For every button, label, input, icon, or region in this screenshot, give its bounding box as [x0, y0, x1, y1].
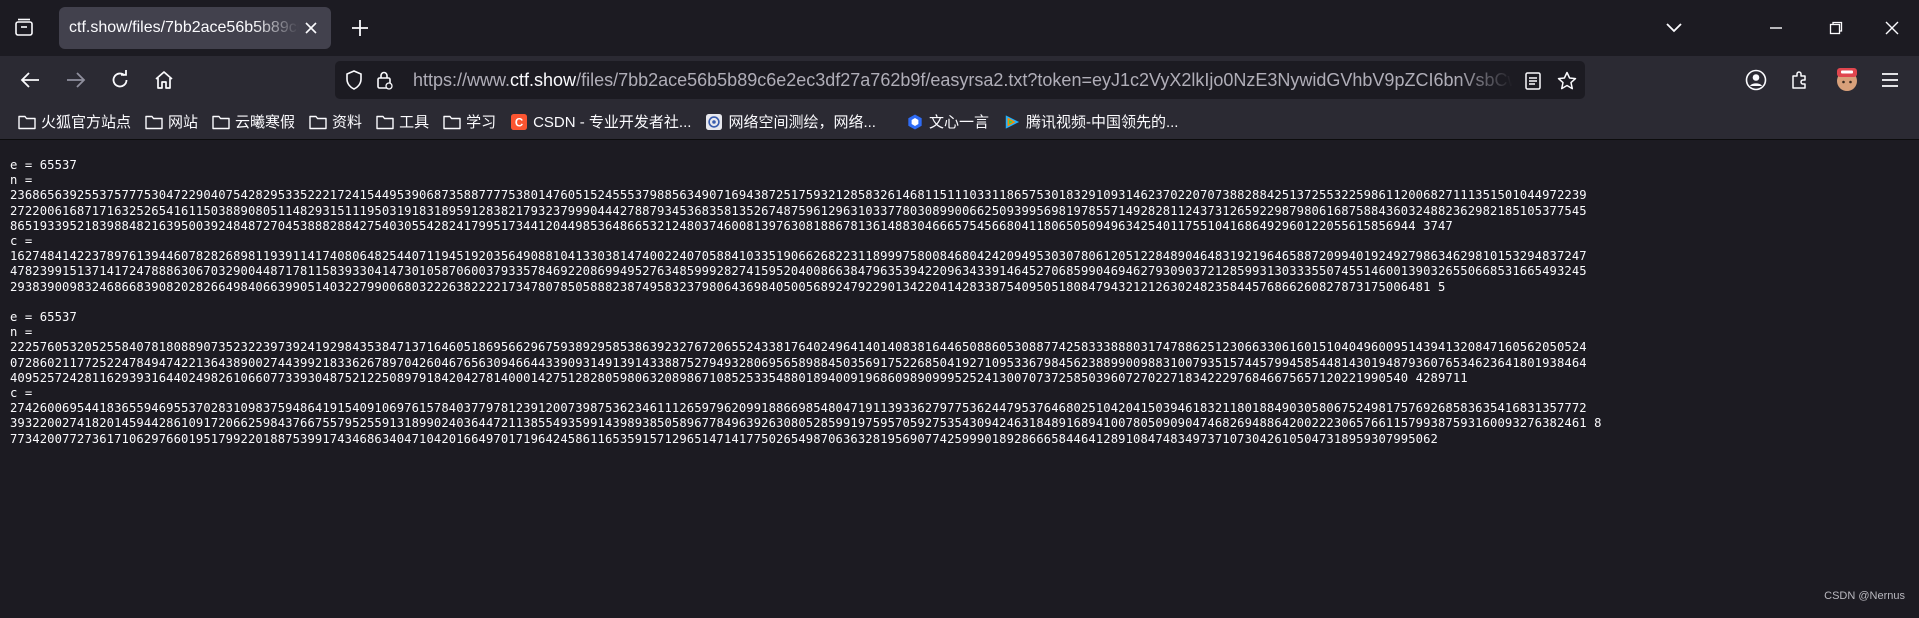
fofa-icon	[706, 113, 723, 130]
back-icon[interactable]	[16, 66, 44, 94]
n-label: n =	[10, 325, 33, 340]
menu-icon[interactable]	[1876, 66, 1904, 94]
close-tab-icon[interactable]	[301, 18, 321, 38]
c-value-line: 4782399151371417247888630670329004487178…	[10, 264, 1587, 279]
url-text[interactable]: https://www.ctf.show/files/7bb2ace56b5b8…	[413, 70, 1513, 91]
c-value-line: 2742600695441836559469553702831098375948…	[10, 401, 1587, 416]
tencent-video-icon	[1005, 114, 1020, 129]
lock-icon[interactable]	[373, 69, 395, 91]
bookmark-csdn[interactable]: C CSDN - 专业开发者社...	[504, 108, 697, 136]
list-tabs-chevron-icon[interactable]	[1660, 14, 1688, 42]
n-value-line: 0728602117725224784947422136438900274439…	[10, 355, 1587, 370]
bookmark-folder-websites[interactable]: 网站	[139, 108, 204, 136]
address-bar[interactable]: https://www.ctf.show/files/7bb2ace56b5b8…	[335, 61, 1585, 99]
forward-icon[interactable]	[62, 66, 90, 94]
c-value-line: 1627484142237897613944607828268981193911…	[10, 249, 1587, 264]
c-label: c =	[10, 234, 33, 249]
bookmark-fofa[interactable]: 网络空间测绘，网络...	[699, 108, 882, 136]
c-value-line: 7734200772736171062976601951799220188753…	[10, 431, 1438, 446]
reload-icon[interactable]	[106, 66, 134, 94]
bookmark-wenxin[interactable]: 文心一言	[900, 108, 995, 136]
bookmark-label: 网站	[168, 114, 199, 131]
n-value-line: 2722006168717163252654161150388908051148…	[10, 203, 1587, 218]
folder-icon	[309, 115, 327, 129]
csdn-icon: C	[511, 113, 528, 130]
svg-text:C: C	[515, 117, 524, 129]
e-line: e = 65537	[10, 158, 77, 172]
home-icon[interactable]	[150, 66, 178, 94]
reader-view-icon[interactable]	[1522, 70, 1544, 92]
c-value-line: 2938390098324686683908202826649840663990…	[10, 279, 1446, 294]
url-scheme: https://www.	[413, 70, 511, 90]
n-value-line: 4095257242811629393164402498261066077339…	[10, 370, 1468, 385]
url-path: /files/7bb2ace56b5b89c6e2ec3df27a762b9f/…	[576, 70, 1513, 90]
bookmark-folder-tools[interactable]: 工具	[370, 108, 435, 136]
bookmark-label: 文心一言	[928, 114, 989, 131]
extensions-icon[interactable]	[1786, 66, 1814, 94]
bookmark-label: 资料	[332, 114, 363, 131]
bookmark-label: 网络空间测绘，网络...	[728, 114, 876, 131]
wenxin-icon	[908, 113, 922, 130]
account-icon[interactable]	[1742, 66, 1770, 94]
n-label: n =	[10, 173, 33, 188]
new-tab-icon[interactable]	[345, 14, 375, 42]
url-host: ctf.show	[510, 70, 577, 90]
folder-icon	[145, 115, 163, 129]
bookmark-folder-firefox[interactable]: 火狐官方站点	[12, 108, 137, 136]
bookmark-label: 火狐官方站点	[41, 114, 132, 131]
tracking-protection-shield-icon[interactable]	[343, 69, 365, 91]
bookmark-folder-study[interactable]: 学习	[437, 108, 502, 136]
tab-strip: ctf.show/files/7bb2ace56b5b89c6e2ec3df27…	[0, 0, 1919, 56]
folder-icon	[212, 115, 230, 129]
c-label: c =	[10, 386, 33, 401]
n-value-line: 2368656392553757775304722904075428295335…	[10, 188, 1587, 203]
bookmark-label: CSDN - 专业开发者社...	[533, 114, 692, 131]
bookmark-star-icon[interactable]	[1555, 69, 1579, 93]
bookmark-label: 学习	[466, 114, 497, 131]
bookmark-tencent-video[interactable]: 腾讯视频-中国领先的...	[997, 108, 1185, 136]
tab-overview-icon[interactable]	[10, 14, 38, 42]
minimize-icon[interactable]	[1762, 14, 1790, 42]
tab-title: ctf.show/files/7bb2ace56b5b89c6e2ec3df27…	[69, 19, 299, 36]
restore-icon[interactable]	[1822, 14, 1850, 42]
plaintext-document: e = 65537 n = 2368656392553757775304722904…	[10, 158, 1910, 447]
bookmark-label: 云曦寒假	[235, 114, 296, 131]
folder-icon	[443, 115, 461, 129]
extension-avatar-icon[interactable]	[1832, 64, 1862, 94]
bookmark-label: 腾讯视频-中国领先的...	[1025, 114, 1179, 131]
bookmark-folder-materials[interactable]: 资料	[303, 108, 368, 136]
navigation-toolbar: https://www.ctf.show/files/7bb2ace56b5b8…	[0, 56, 1919, 104]
watermark: CSDN @Nernus	[1824, 590, 1905, 602]
bookmark-folder-yunxi[interactable]: 云曦寒假	[206, 108, 301, 136]
close-window-icon[interactable]	[1878, 14, 1906, 42]
bookmarks-toolbar: 火狐官方站点 网站 云曦寒假 资料 工具 学习 C CSDN - 专业开发者社.…	[0, 104, 1919, 140]
folder-icon	[18, 115, 36, 129]
c-value-line: 3932200274182014594428610917206625984376…	[10, 416, 1602, 431]
e-line: e = 65537	[10, 310, 77, 325]
n-value-line: 8651933952183988482163950039248487270453…	[10, 218, 1453, 233]
folder-icon	[376, 115, 394, 129]
tab-active[interactable]: ctf.show/files/7bb2ace56b5b89c6e2ec3df27…	[59, 7, 331, 49]
bookmark-label: 工具	[399, 114, 430, 131]
n-value-line: 2225760532052558407818088907352322397392…	[10, 340, 1587, 355]
